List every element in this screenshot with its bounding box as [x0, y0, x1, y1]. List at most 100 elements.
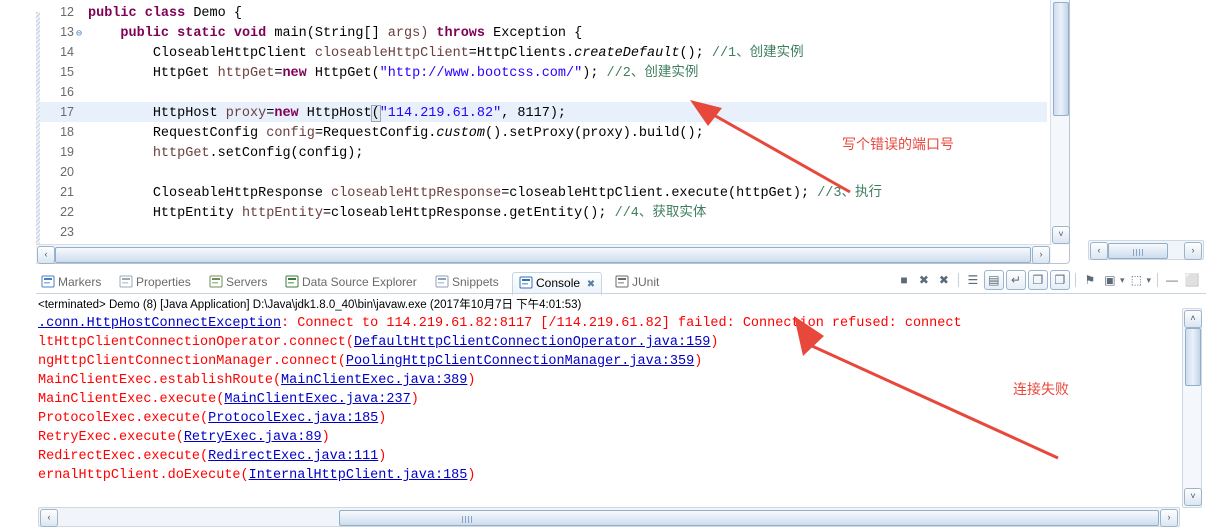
console-scroll-down-button[interactable]: ˅ — [1184, 488, 1202, 506]
console-scroll-right-button[interactable]: › — [1160, 509, 1178, 527]
console-horizontal-scrollbar[interactable]: ‹ › — [38, 507, 1180, 527]
chevron-down-icon[interactable]: ▾ — [1146, 275, 1151, 285]
adjacent-scroll-left-button[interactable]: ‹ — [1090, 242, 1108, 260]
code-token: ().setProxy(proxy).build(); — [484, 126, 704, 141]
tab-data-source-explorer[interactable]: Data Source Explorer — [280, 272, 422, 293]
maximize-button[interactable]: ⬜ — [1183, 271, 1201, 289]
close-icon[interactable]: ✖ — [584, 279, 595, 290]
code-line[interactable]: 21 CloseableHttpResponse closeableHttpRe… — [40, 182, 1047, 202]
pin-console-button[interactable]: ⚑ — [1081, 271, 1099, 289]
markers-icon — [41, 275, 58, 289]
code-editor-panel: 12 public class Demo {13 ⊖ public static v… — [0, 0, 1206, 268]
code-text: CloseableHttpClient closeableHttpClient=… — [84, 44, 804, 64]
console-output-line[interactable]: .conn.HttpHostConnectException: Connect … — [38, 314, 1184, 333]
stack-trace-link[interactable]: DefaultHttpClientConnectionOperator.java… — [354, 335, 710, 350]
console-output-line[interactable]: ngHttpClientConnectionManager.connect(Po… — [38, 352, 1184, 371]
tab-junit[interactable]: JUnit — [610, 272, 664, 293]
stack-trace-link[interactable]: MainClientExec.java:389 — [281, 373, 467, 388]
code-token: [] — [363, 26, 388, 41]
line-number: 20 — [60, 165, 74, 179]
console-output[interactable]: .conn.HttpHostConnectException: Connect … — [38, 314, 1184, 486]
console-text: MainClientExec.establishRoute( — [38, 373, 282, 388]
adjacent-horizontal-scrollbar[interactable]: ‹ › — [1088, 240, 1204, 260]
remove-launch-button[interactable]: ✖ — [915, 271, 933, 289]
tab-label: Properties — [136, 275, 191, 289]
editor-vertical-scrollbar[interactable]: ˅ — [1050, 0, 1070, 245]
tab-snippets[interactable]: Snippets — [430, 272, 504, 293]
code-line[interactable]: 12 public class Demo { — [40, 2, 1047, 22]
word-wrap-button[interactable]: ↵ — [1005, 270, 1026, 290]
console-output-line[interactable]: RetryExec.execute(RetryExec.java:89) — [38, 428, 1184, 447]
console-vscroll-thumb[interactable] — [1185, 328, 1201, 386]
stack-trace-link[interactable]: ProtocolExec.java:185 — [208, 411, 378, 426]
tab-bar-underline — [36, 293, 1206, 294]
editor-vscroll-thumb[interactable] — [1053, 2, 1069, 116]
chevron-down-icon[interactable]: ▾ — [1120, 275, 1125, 285]
console-vertical-scrollbar[interactable]: ˄ ˅ — [1182, 308, 1202, 508]
code-token: //1、创建实例 — [711, 46, 804, 61]
code-token: (); — [679, 46, 712, 61]
line-number: 17 — [60, 105, 74, 119]
tab-servers[interactable]: Servers — [204, 272, 272, 293]
console-hscroll-grip — [462, 516, 472, 523]
minimize-button[interactable]: — — [1163, 271, 1181, 289]
console-scroll-left-button[interactable]: ‹ — [40, 509, 58, 527]
adjacent-hscroll-thumb[interactable] — [1108, 243, 1168, 259]
code-line[interactable]: 20 — [40, 162, 1047, 182]
editor-scroll-down-button[interactable]: ˅ — [1052, 226, 1070, 244]
stack-trace-link[interactable]: InternalHttpClient.java:185 — [249, 468, 468, 483]
stack-trace-link[interactable]: RetryExec.java:89 — [184, 430, 322, 445]
console-output-line[interactable]: ltHttpClientConnectionOperator.connect(D… — [38, 333, 1184, 352]
code-line[interactable]: 23 — [40, 222, 1047, 242]
stack-trace-link[interactable]: .conn.HttpHostConnectException — [38, 316, 281, 331]
show-console-on-error-button[interactable]: ❐ — [1049, 270, 1070, 290]
open-console-button[interactable]: ⬚ — [1127, 271, 1145, 289]
console-output-line[interactable]: seableHttpClient.execute(CloseableHttpCl… — [38, 485, 1184, 486]
code-text: public static void main(String[] args) t… — [84, 24, 582, 44]
editor-scroll-left-button[interactable]: ‹ — [37, 246, 55, 264]
code-token: public — [88, 6, 145, 21]
show-console-on-output-button[interactable]: ❐ — [1027, 270, 1048, 290]
line-number: 16 — [60, 85, 74, 99]
console-toolbar[interactable]: ■ ✖ ✖ ☰ ▤ ↵ ❐ ❐ ⚑ ▣ ▾ ⬚ ▾ — ⬜ — [894, 270, 1202, 292]
console-hscroll-thumb[interactable] — [339, 510, 1159, 526]
editor-scroll-right-button[interactable]: › — [1032, 246, 1050, 264]
tab-label: Data Source Explorer — [302, 275, 417, 289]
code-line[interactable]: 22 HttpEntity httpEntity=closeableHttpRe… — [40, 202, 1047, 222]
console-output-line[interactable]: ProtocolExec.execute(ProtocolExec.java:1… — [38, 409, 1184, 428]
editor-hscroll-thumb[interactable] — [55, 247, 1031, 263]
code-line[interactable]: 16 — [40, 82, 1047, 102]
console-scroll-up-button[interactable]: ˄ — [1184, 310, 1202, 328]
console-text: ltHttpClientConnectionOperator.connect( — [38, 335, 354, 350]
terminate-button[interactable]: ■ — [895, 271, 913, 289]
code-line[interactable]: 13 ⊖ public static void main(String[] arg… — [40, 22, 1047, 42]
console-output-line[interactable]: RedirectExec.execute(RedirectExec.java:1… — [38, 447, 1184, 466]
line-number: 22 — [60, 205, 74, 219]
tab-markers[interactable]: Markers — [36, 272, 106, 293]
clear-console-button[interactable]: ☰ — [964, 271, 982, 289]
scroll-lock-button[interactable]: ▤ — [983, 270, 1004, 290]
code-token: RequestConfig — [152, 126, 267, 141]
code-token: config — [266, 126, 315, 141]
stack-trace-link[interactable]: PoolingHttpClientConnectionManager.java:… — [346, 354, 694, 369]
editor-horizontal-scrollbar[interactable]: ‹ › — [36, 244, 1051, 264]
remove-all-terminated-button[interactable]: ✖ — [935, 271, 953, 289]
console-panel: Markers Properties Servers Data Source Expl… — [0, 268, 1206, 531]
console-text: ) — [378, 411, 387, 426]
code-line[interactable]: 15 HttpGet httpGet=new HttpGet("http://w… — [40, 62, 1047, 82]
code-line[interactable]: 14 CloseableHttpClient closeableHttpClie… — [40, 42, 1047, 62]
servers-icon — [209, 275, 226, 289]
tab-label: JUnit — [632, 275, 660, 289]
adjacent-scroll-right-button[interactable]: › — [1184, 242, 1202, 260]
line-number: 18 — [60, 125, 74, 139]
code-token: //4、获取实体 — [614, 206, 707, 221]
display-selected-console-button[interactable]: ▣ — [1101, 271, 1119, 289]
console-text: ) — [467, 468, 476, 483]
code-line[interactable]: 17 HttpHost proxy=new HttpHost("114.219.… — [40, 102, 1047, 122]
tab-properties[interactable]: Properties — [114, 272, 196, 293]
stack-trace-link[interactable]: MainClientExec.java:237 — [224, 392, 410, 407]
console-output-line[interactable]: ernalHttpClient.doExecute(InternalHttpCl… — [38, 466, 1184, 485]
editor-frame: 12 public class Demo {13 ⊖ public static v… — [36, 0, 1070, 264]
console-icon — [519, 276, 536, 290]
stack-trace-link[interactable]: RedirectExec.java:111 — [208, 449, 378, 464]
